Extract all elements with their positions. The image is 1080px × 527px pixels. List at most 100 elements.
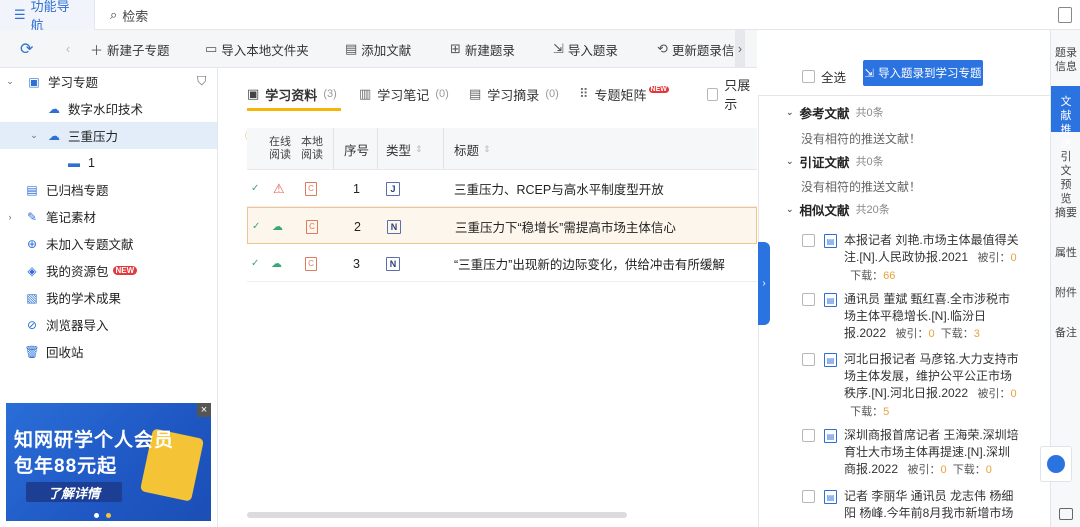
checkbox[interactable] [802,70,815,83]
scroll-right-button[interactable]: › [735,30,745,68]
new-excerpt-button[interactable]: ⊞ 新建题录 [450,30,515,68]
panel-toggle-icon[interactable] [1058,7,1072,23]
tab-study-excerpts[interactable]: ▤ 学习摘录 (0) [469,82,559,106]
tab-attachments[interactable]: 附件 [1051,282,1080,306]
tab-study-notes[interactable]: ▥ 学习笔记 (0) [359,82,449,106]
row-title[interactable]: “三重压力”出现新的边际变化，供给冲击有所缓解 [454,245,725,282]
sidebar-item-triple-pressure[interactable]: ⌄ ☁ 三重压力 [0,122,217,149]
list-item-text[interactable]: 河北日报记者 马彦铭.大力支持市场主体发展，维护公平公正市场秩序.[N].河北日… [844,351,1020,421]
sidebar-item-archived[interactable]: ▤ 已归档专题 [0,176,217,203]
import-folder-button[interactable]: ▭ 导入本地文件夹 [205,30,309,68]
section-references[interactable]: ⌄ 参考文献 共0条 [786,102,884,122]
tab-study-materials[interactable]: ▣ 学习资料 (3) [247,82,337,106]
list-item-text[interactable]: 记者 李丽华 通讯员 龙志伟 杨细阳 杨峰.今年前8月我市新增市场 [844,488,1020,522]
list-item-text[interactable]: 本报记者 刘艳.市场主体最值得关注.[N].人民政协报.2021 被引：0 下载… [844,232,1020,285]
table-row[interactable]: ✓ ⚠ C 1 J 三重压力、RCEP与高水平制度型开放 [247,170,757,207]
checkbox[interactable] [802,234,815,247]
list-item-text[interactable]: 深圳商报首席记者 王海荣.深圳培育壮大市场主体再提速.[N].深圳商报.2022… [844,427,1020,479]
top-tab-bar: ☰ 功能导航 ⌕ 检索 [0,0,1080,33]
header-label: 类型 [386,143,412,158]
tab-topic-matrix[interactable]: ⠿ 专题矩阵 NEW [579,82,669,106]
item-meta: 被引：0 下载：0 [901,464,992,476]
list-item-text[interactable]: 通讯员 董斌 甄红喜.全市涉税市场主体平稳增长.[N].临汾日报.2022 被引… [844,291,1020,343]
check-icon: ✓ [251,258,260,269]
cloud-read-icon[interactable]: ☁ [271,245,282,282]
collapse-panel-handle[interactable]: › [758,242,770,325]
refresh-button[interactable]: ⟳ [20,30,33,68]
row-title[interactable]: 三重压力下“稳增长”需提高市场主体信心 [455,208,676,245]
table-row[interactable]: ✓ ☁ C 3 N “三重压力”出现新的边际变化，供给冲击有所缓解 [247,245,757,282]
tab-remarks[interactable]: 备注 [1051,322,1080,346]
tab-item-info[interactable]: 题录信息 [1051,42,1080,82]
list-item[interactable]: ▤ 河北日报记者 马彦铭.大力支持市场主体发展，维护公平公正市场秩序.[N].河… [800,351,1025,419]
row-index: 1 [353,181,360,196]
close-icon[interactable]: × [197,403,211,417]
sidebar-item-folder-1[interactable]: ▬ 1 [0,149,217,176]
sidebar-item-unassigned[interactable]: ⊕ 未加入专题文献 [0,230,217,257]
table-row-selected[interactable]: ✓ ☁ C 2 N 三重压力下“稳增长”需提高市场主体信心 [247,207,757,244]
carousel-dot[interactable] [94,513,99,518]
carousel-dot-active[interactable] [106,513,111,518]
user-support-button[interactable] [1040,446,1072,482]
section-similar[interactable]: ⌄ 相似文献 共20条 [786,199,890,219]
checkbox[interactable] [802,490,815,503]
sidebar-item-study-topics[interactable]: ⌄ ▣ 学习专题 ⛉ [0,68,217,95]
list-item[interactable]: ▤ 本报记者 刘艳.市场主体最值得关注.[N].人民政协报.2021 被引：0 … [800,232,1025,282]
show-only-checkbox[interactable]: 只展示 [707,78,757,112]
tab-abstract[interactable]: 摘要 [1051,202,1080,226]
col-title[interactable]: 标题 ⇕ [454,128,491,170]
section-title: 参考文献 [799,106,850,121]
list-item[interactable]: ▤ 通讯员 董斌 甄红喜.全市涉税市场主体平稳增长.[N].临汾日报.2022 … [800,291,1025,341]
local-read-cell[interactable]: C [305,170,317,207]
pdf-read-icon[interactable]: ⚠ [273,170,285,207]
promo-banner[interactable]: 知网研学个人会员 包年88元起 了解详情 × [6,403,211,521]
learn-more-button[interactable]: 了解详情 [26,482,122,502]
sidebar-item-notes[interactable]: › ✎ 笔记素材 [0,203,217,230]
header-label: 阅读 [301,149,323,161]
folder-icon: ▭ [205,41,218,56]
list-item[interactable]: ▤ 深圳商报首席记者 王海荣.深圳培育壮大市场主体再提速.[N].深圳商报.20… [800,427,1025,477]
tab-citation-preview[interactable]: 引文预览 [1051,146,1080,205]
checkbox[interactable] [802,293,815,306]
import-excerpt-button[interactable]: ⇲ 导入题录 [553,30,618,68]
sidebar-item-browser-import[interactable]: ⊘ 浏览器导入 [0,311,217,338]
sidebar-item-achievements[interactable]: ▧ 我的学术成果 [0,284,217,311]
checkbox[interactable] [707,87,719,101]
tab-literature-push[interactable]: 文献推送 [1051,86,1080,150]
add-literature-button[interactable]: ▤ 添加文献 [345,30,411,68]
topic-icon: ▣ [28,74,40,89]
sidebar-item-resource-package[interactable]: ◈ 我的资源包 NEW [0,257,217,284]
horizontal-scrollbar[interactable] [247,512,627,518]
filter-icon[interactable]: ⛉ [197,74,206,89]
cloud-read-icon[interactable]: ☁ [272,208,283,245]
achievement-icon: ▧ [26,290,38,305]
cloud-topic-icon: ☁ [48,101,60,116]
tab-properties[interactable]: 属性 [1051,242,1080,266]
sidebar-item-label: 未加入专题文献 [46,238,134,252]
import-to-topic-button[interactable]: ⇲ 导入题录到学习专题 [863,60,983,86]
sidebar-item-label: 1 [88,155,95,170]
local-read-cell[interactable]: C [305,245,317,282]
col-type[interactable]: 类型 ⇕ [386,128,423,170]
scroll-left-button[interactable]: ‹ [66,30,70,68]
download-count: 66 [883,270,896,282]
list-item[interactable]: ▤ 记者 李丽华 通讯员 龙志伟 杨细阳 杨峰.今年前8月我市新增市场 [800,488,1025,524]
plus-icon: ＋ [90,42,104,58]
checkbox[interactable] [802,429,815,442]
type-badge: N [386,256,400,271]
sidebar-item-trash[interactable]: 🗑 回收站 [0,338,217,365]
update-excerpt-button[interactable]: ⟲ 更新题录信 [657,30,734,68]
select-all-checkbox[interactable]: 全选 [802,67,846,86]
section-citations[interactable]: ⌄ 引证文献 共0条 [786,151,884,171]
new-subtopic-button[interactable]: ＋新建子专题 [90,30,170,68]
checkbox[interactable] [802,353,815,366]
tab-search[interactable]: ⌕ 检索 [96,0,176,30]
button-label: 添加文献 [361,43,412,58]
row-title[interactable]: 三重压力、RCEP与高水平制度型开放 [454,170,664,207]
layout-toggle-icon[interactable] [1059,508,1073,520]
tab-label: 学习资料 [265,87,318,103]
tab-function-nav[interactable]: ☰ 功能导航 [0,0,95,33]
sidebar-item-watermark[interactable]: ☁ 数字水印技术 [0,95,217,122]
button-label: 新建子专题 [107,43,170,58]
local-read-cell[interactable]: C [306,208,318,245]
